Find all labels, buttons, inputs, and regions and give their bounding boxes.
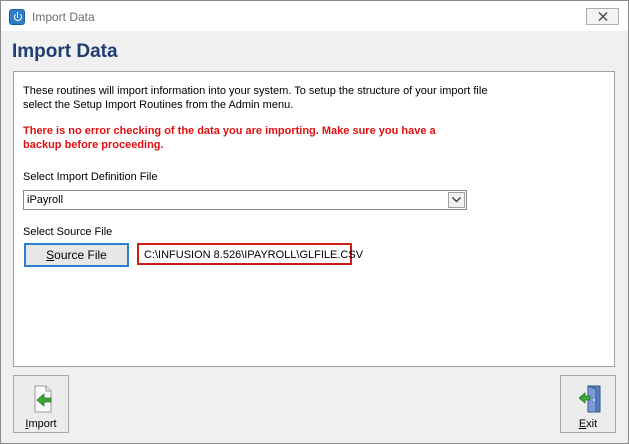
page-title: Import Data <box>12 41 118 62</box>
import-button[interactable]: Import <box>13 375 69 433</box>
exit-button[interactable]: Exit <box>560 375 616 433</box>
exit-door-icon <box>579 385 601 413</box>
close-icon <box>598 12 608 21</box>
close-button[interactable] <box>586 8 619 25</box>
import-arrow-icon <box>34 385 52 413</box>
definition-select[interactable]: iPayroll <box>23 190 467 210</box>
exit-label-rest: xit <box>586 418 598 430</box>
import-label-rest: mport <box>28 418 57 430</box>
info-text: These routines will import information i… <box>23 84 543 112</box>
title-bar: Import Data <box>1 1 628 31</box>
source-file-mnemonic: S <box>46 248 55 262</box>
dropdown-button[interactable] <box>448 192 465 208</box>
content-panel <box>13 71 615 367</box>
source-file-label: ource File <box>54 248 107 262</box>
chevron-down-icon <box>452 197 461 203</box>
info-line: select the Setup Import Routines from th… <box>23 99 294 111</box>
info-line: These routines will import information i… <box>23 85 488 97</box>
warning-line: backup before proceeding. <box>23 139 164 151</box>
warning-text: There is no error checking of the data y… <box>23 124 543 152</box>
import-data-window: Import Data Import Data These routines w… <box>0 0 629 444</box>
definition-select-value: iPayroll <box>27 194 64 206</box>
source-file-button[interactable]: Source File <box>24 243 129 267</box>
definition-label: Select Import Definition File <box>23 171 158 183</box>
window-title: Import Data <box>32 10 95 24</box>
exit-label: Exit <box>561 418 615 430</box>
warning-line: There is no error checking of the data y… <box>23 125 436 137</box>
source-path-field[interactable]: C:\INFUSION 8.526\IPAYROLL\GLFILE.CSV <box>137 243 363 265</box>
power-icon <box>9 9 25 25</box>
import-label: Import <box>14 418 68 430</box>
source-path-value: C:\INFUSION 8.526\IPAYROLL\GLFILE.CSV <box>144 249 364 261</box>
source-label: Select Source File <box>23 226 113 238</box>
